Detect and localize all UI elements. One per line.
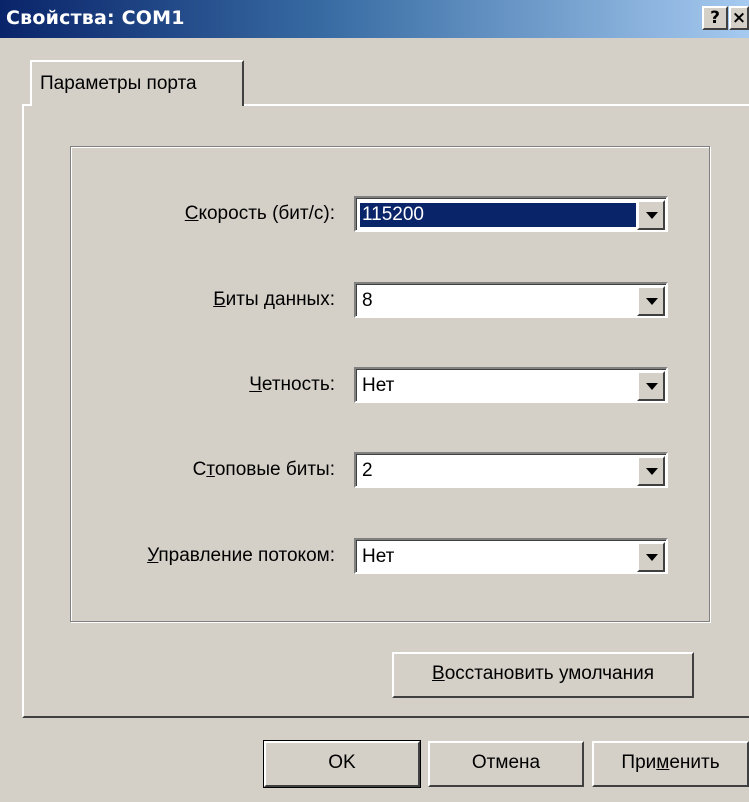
tab-label: Параметры порта (40, 73, 197, 94)
speed-select[interactable]: 115200 (354, 196, 668, 232)
close-button[interactable]: × (729, 6, 749, 30)
stop-bits-value: 2 (362, 460, 373, 481)
apply-label: Применить (621, 752, 720, 773)
flow-control-select[interactable]: Нет (354, 538, 668, 574)
restore-defaults-button[interactable]: Восстановить умолчания (392, 652, 694, 698)
chevron-down-icon (646, 383, 658, 390)
data-bits-select[interactable]: 8 (354, 282, 668, 318)
parity-select[interactable]: Нет (354, 367, 668, 403)
help-icon: ? (710, 8, 720, 28)
stop-bits-select[interactable]: 2 (354, 452, 668, 488)
com1-properties-dialog: Свойства: COM1 ? × Параметры порта Скоро… (0, 0, 749, 802)
parity-dropdown-button[interactable] (637, 371, 665, 401)
data-bits-label: Биты данных: (213, 289, 335, 310)
title-bar[interactable]: Свойства: COM1 ? × (0, 0, 749, 38)
data-bits-value: 8 (362, 290, 373, 311)
parity-value: Нет (362, 375, 395, 396)
help-button[interactable]: ? (702, 6, 728, 30)
restore-defaults-label: Восстановить умолчания (432, 663, 654, 684)
data-bits-dropdown-button[interactable] (637, 286, 665, 316)
cancel-button[interactable]: Отмена (428, 741, 584, 787)
speed-label: Скорость (бит/с): (184, 203, 335, 224)
close-icon: × (731, 8, 747, 28)
flow-control-value: Нет (362, 546, 395, 567)
speed-value: 115200 (360, 203, 636, 227)
ok-button[interactable]: OK (263, 740, 421, 788)
chevron-down-icon (646, 212, 658, 219)
parity-label: Четность: (249, 374, 335, 395)
stop-bits-label: Стоповые биты: (192, 459, 335, 480)
flow-control-dropdown-button[interactable] (637, 542, 665, 572)
flow-control-label: Управление потоком: (147, 545, 335, 566)
stop-bits-dropdown-button[interactable] (637, 456, 665, 486)
ok-label: OK (328, 752, 356, 773)
chevron-down-icon (646, 298, 658, 305)
speed-dropdown-button[interactable] (637, 200, 665, 230)
window-title: Свойства: COM1 (6, 7, 185, 29)
chevron-down-icon (646, 468, 658, 475)
tab-port-settings[interactable]: Параметры порта (30, 60, 244, 106)
apply-button[interactable]: Применить (592, 741, 749, 787)
cancel-label: Отмена (471, 752, 541, 773)
chevron-down-icon (646, 554, 658, 561)
